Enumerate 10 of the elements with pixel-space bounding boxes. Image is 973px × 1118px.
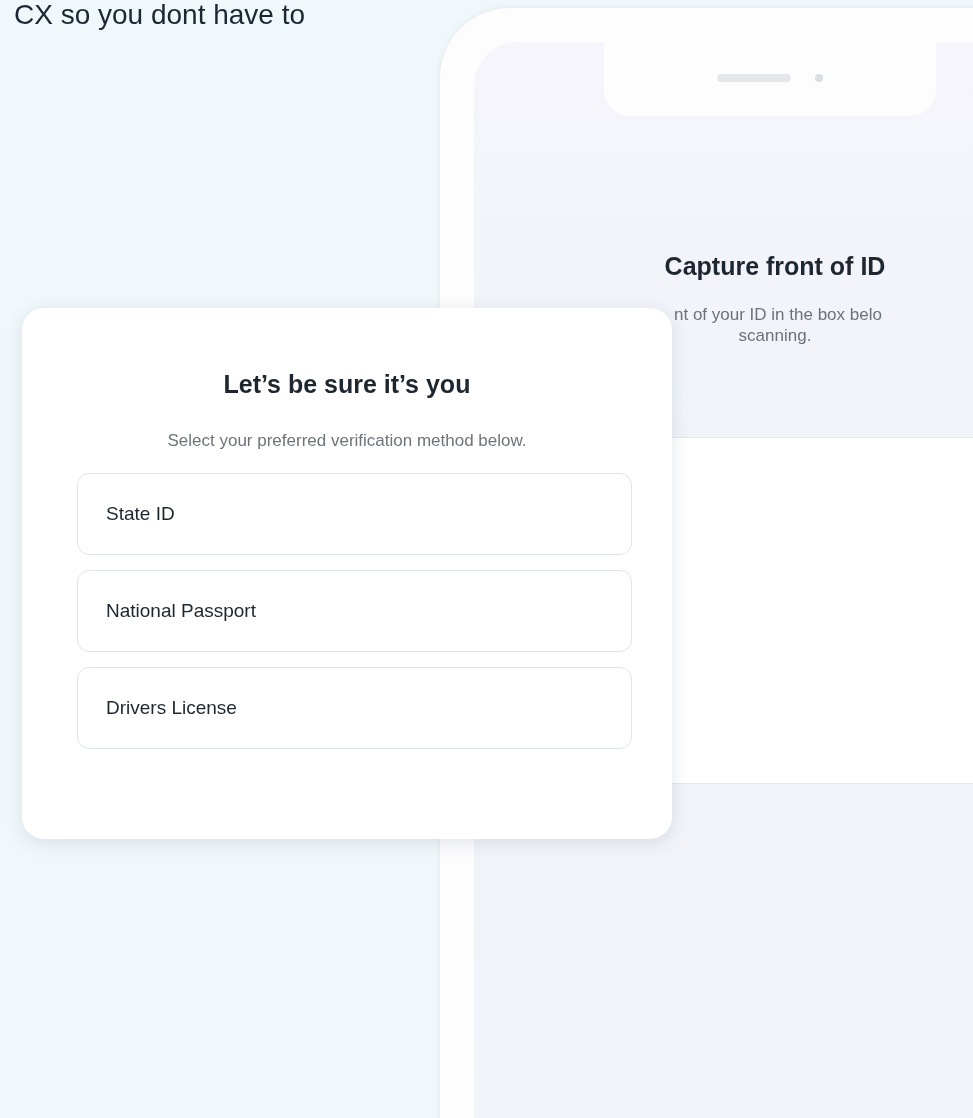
- instruction-text: scanning.: [737, 325, 813, 346]
- headline: CX so you dont have to: [14, 0, 306, 30]
- instruction-text: nt of your ID in the box belo: [673, 304, 883, 325]
- card-subtitle: Select your preferred verification method below.: [166, 431, 528, 451]
- screen-title: Capture front of ID: [663, 252, 887, 281]
- card-title: Let’s be sure it’s you: [222, 370, 472, 399]
- camera-icon: [815, 74, 823, 82]
- method-option[interactable]: Drivers License: [77, 667, 632, 749]
- method-option[interactable]: National Passport: [77, 570, 632, 652]
- method-option[interactable]: State ID: [77, 473, 632, 555]
